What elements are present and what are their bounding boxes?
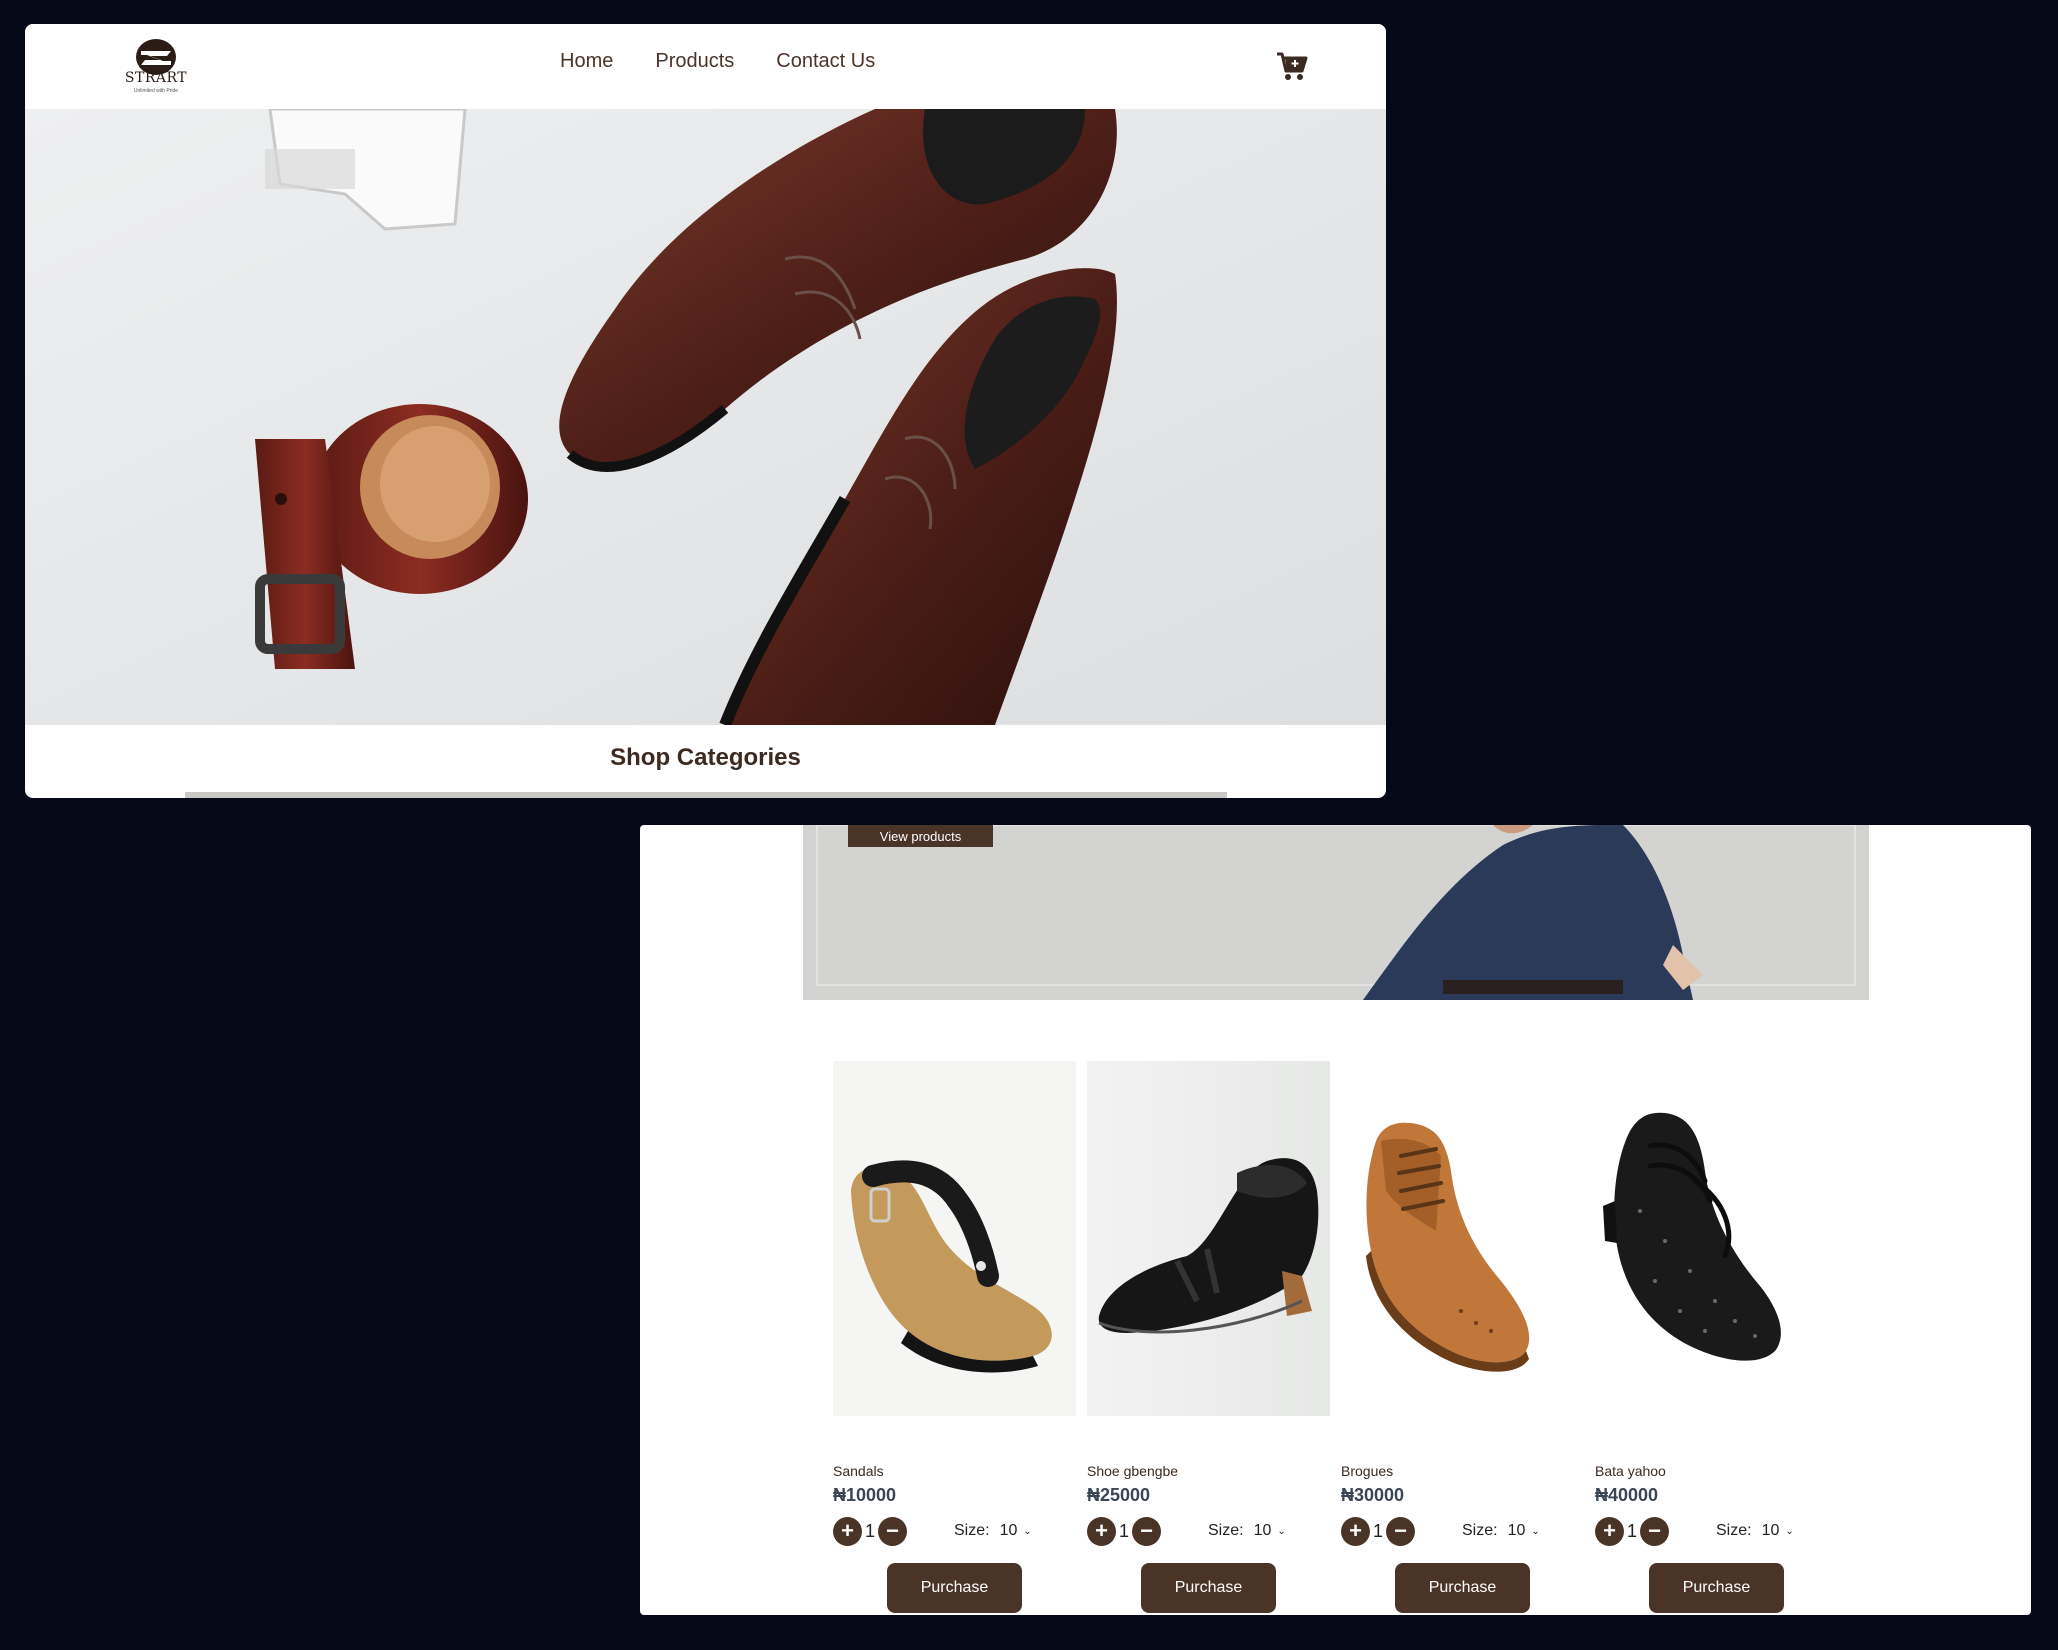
size-value: 10: [1761, 1522, 1780, 1539]
logo-tagline: Unlimited with Pride: [133, 88, 179, 94]
size-value: 10: [1253, 1522, 1272, 1539]
size-selector: Size: 10 ⌄: [1462, 1516, 1540, 1546]
view-products-button[interactable]: View products: [848, 825, 993, 847]
purchase-button[interactable]: Purchase: [1649, 1563, 1784, 1613]
navbar: STRART Unlimited with Pride Home Product…: [25, 24, 1386, 109]
size-selector: Size: 10 ⌄: [954, 1516, 1032, 1546]
product-image-glitter-oxford[interactable]: [1595, 1061, 1838, 1416]
plus-icon[interactable]: +: [1341, 1516, 1370, 1546]
purchase-button[interactable]: Purchase: [1141, 1563, 1276, 1613]
product-image-loafer[interactable]: [1087, 1061, 1330, 1416]
product-name: Sandals: [833, 1463, 884, 1479]
product-name: Bata yahoo: [1595, 1463, 1666, 1479]
quantity-stepper: + 1 −: [1341, 1516, 1416, 1546]
size-dropdown[interactable]: 10 ⌄: [1254, 1522, 1286, 1540]
chevron-down-icon: ⌄: [1785, 1525, 1794, 1537]
quantity-stepper: + 1 −: [833, 1516, 908, 1546]
size-value: 10: [1507, 1522, 1526, 1539]
quantity-stepper: + 1 −: [1595, 1516, 1670, 1546]
nav-links: Home Products Contact Us: [560, 50, 875, 73]
quantity-stepper: + 1 −: [1087, 1516, 1162, 1546]
size-label: Size:: [954, 1522, 990, 1539]
nav-products-link[interactable]: Products: [655, 50, 734, 73]
purchase-button[interactable]: Purchase: [887, 1563, 1022, 1613]
minus-icon[interactable]: −: [1386, 1516, 1416, 1546]
plus-icon[interactable]: +: [1087, 1516, 1116, 1546]
hero-image: [25, 109, 1386, 725]
quantity-value: 1: [1119, 1520, 1130, 1541]
product-name: Brogues: [1341, 1463, 1394, 1479]
size-label: Size:: [1462, 1522, 1498, 1539]
category-banner-image: [803, 825, 1869, 1000]
minus-icon[interactable]: −: [1132, 1516, 1162, 1546]
size-value: 10: [999, 1522, 1018, 1539]
size-dropdown[interactable]: 10 ⌄: [1000, 1522, 1032, 1540]
size-selector: Size: 10 ⌄: [1716, 1516, 1794, 1546]
quantity-value: 1: [1373, 1520, 1384, 1541]
product-price: ₦10000: [833, 1485, 897, 1505]
product-price: ₦25000: [1087, 1485, 1151, 1505]
plus-icon[interactable]: +: [1595, 1516, 1624, 1546]
product-price: ₦30000: [1341, 1485, 1405, 1505]
size-label: Size:: [1208, 1522, 1244, 1539]
size-selector: Size: 10 ⌄: [1208, 1516, 1286, 1546]
logo-text: STRART: [124, 70, 188, 86]
minus-icon[interactable]: −: [1640, 1516, 1670, 1546]
home-window: STRART Unlimited with Pride Home Product…: [25, 24, 1386, 798]
chevron-down-icon: ⌄: [1023, 1525, 1032, 1537]
cart-icon[interactable]: [1275, 50, 1309, 82]
quantity-value: 1: [1627, 1520, 1638, 1541]
size-dropdown[interactable]: 10 ⌄: [1762, 1522, 1794, 1540]
categories-carousel-edge: [185, 792, 1227, 798]
plus-icon[interactable]: +: [833, 1516, 862, 1546]
purchase-button[interactable]: Purchase: [1395, 1563, 1530, 1613]
shop-categories-title: Shop Categories: [610, 744, 801, 771]
nav-contact-link[interactable]: Contact Us: [776, 50, 875, 73]
size-dropdown[interactable]: 10 ⌄: [1508, 1522, 1540, 1540]
minus-icon[interactable]: −: [878, 1516, 908, 1546]
products-window: View products Sandals ₦10000 + 1 − Size:: [640, 825, 2031, 1615]
chevron-down-icon: ⌄: [1531, 1525, 1540, 1537]
product-name: Shoe gbengbe: [1087, 1463, 1179, 1479]
product-image-sandal[interactable]: [833, 1061, 1076, 1416]
product-price: ₦40000: [1595, 1485, 1659, 1505]
size-label: Size:: [1716, 1522, 1752, 1539]
product-image-brogue[interactable]: [1341, 1061, 1584, 1416]
quantity-value: 1: [865, 1520, 876, 1541]
nav-home-link[interactable]: Home: [560, 50, 613, 73]
chevron-down-icon: ⌄: [1277, 1525, 1286, 1537]
